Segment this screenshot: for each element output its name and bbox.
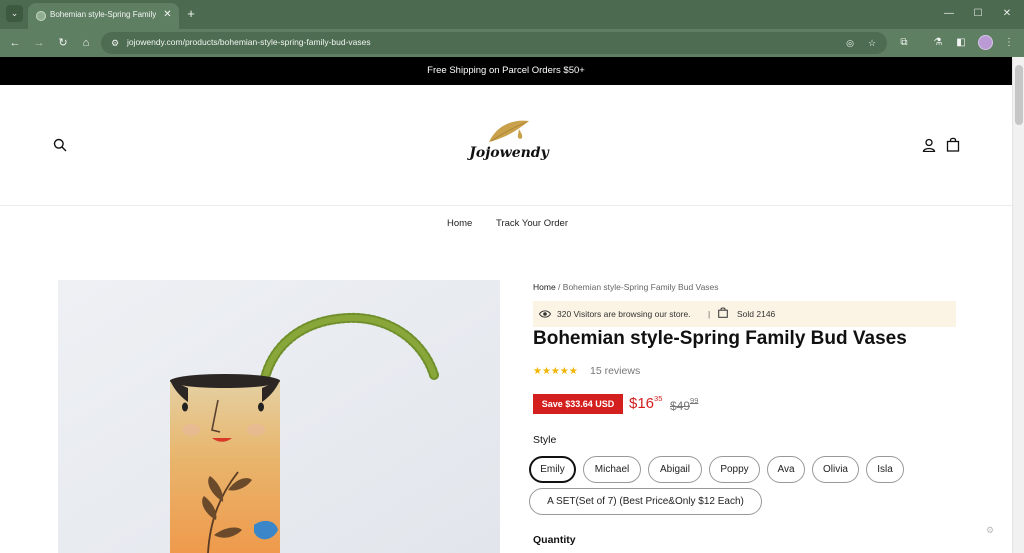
style-option-abigail[interactable]: Abigail [648, 456, 702, 483]
maximize-button[interactable]: ☐ [969, 6, 987, 22]
cart-icon[interactable] [946, 137, 960, 152]
visitor-separator: | [708, 309, 711, 319]
logo-leaf-icon [489, 120, 529, 142]
logo-text: Jojowendy [469, 145, 549, 161]
browser-tab-strip: ⌄ Bohemian style-Spring Family B ✕ + — ☐… [0, 0, 1024, 29]
style-option-emily[interactable]: Emily [529, 456, 576, 483]
account-icon[interactable] [922, 138, 936, 152]
nav-track-order-link[interactable]: Track Your Order [496, 218, 568, 229]
side-panel-icon[interactable]: ◧ [953, 35, 969, 51]
shopping-bag-icon [718, 307, 728, 318]
tab-title: Bohemian style-Spring Family B [50, 10, 156, 19]
page-scrollbar[interactable] [1012, 57, 1024, 553]
style-option-poppy[interactable]: Poppy [709, 456, 760, 483]
extensions-icon[interactable]: ⧉ [896, 35, 912, 51]
labs-icon[interactable]: ⚗ [930, 35, 946, 51]
original-price-cents: 99 [690, 396, 699, 405]
browser-toolbar: ← → ↻ ⌂ ⚙ jojowendy.com/products/bohemia… [0, 29, 1024, 57]
product-title: Bohemian style-Spring Family Bud Vases [533, 328, 907, 349]
breadcrumb-separator: / [555, 282, 563, 292]
sale-price-cents: 35 [654, 394, 663, 403]
vase-illustration [58, 280, 500, 553]
web-page: Free Shipping on Parcel Orders $50+ Jojo… [0, 57, 1012, 553]
search-icon[interactable] [53, 138, 67, 152]
original-price: $4999 [670, 396, 698, 413]
settings-gear-icon[interactable]: ⚙ [985, 525, 995, 535]
breadcrumb-home-link[interactable]: Home [533, 282, 556, 292]
sale-price-main: $16 [629, 395, 655, 412]
breadcrumb-current: Bohemian style-Spring Family Bud Vases [562, 282, 719, 292]
favicon-icon [36, 11, 46, 21]
style-option-michael[interactable]: Michael [583, 456, 641, 483]
star-icon[interactable]: ☆ [865, 36, 879, 50]
menu-icon[interactable]: ⋮ [1001, 35, 1017, 51]
style-option-isla[interactable]: Isla [866, 456, 904, 483]
back-icon[interactable]: ← [7, 35, 23, 51]
sale-price: $1635 [629, 394, 662, 412]
visitor-count-text: 320 Visitors are browsing our store. [557, 309, 691, 319]
tab-search-icon[interactable]: ⌄ [6, 5, 23, 22]
reload-icon[interactable]: ↻ [55, 35, 71, 51]
minimize-button[interactable]: — [940, 6, 958, 22]
rating-stars-icon[interactable]: ★★★★★ [533, 366, 578, 377]
new-tab-button[interactable]: + [184, 6, 198, 21]
announcement-bar: Free Shipping on Parcel Orders $50+ [0, 57, 1012, 85]
profile-avatar[interactable] [978, 35, 993, 50]
tab-close-icon[interactable]: ✕ [161, 8, 174, 22]
forward-icon[interactable]: → [31, 35, 47, 51]
eye-icon [539, 310, 551, 318]
close-window-button[interactable]: ✕ [998, 6, 1016, 22]
style-option-set[interactable]: A SET(Set of 7) (Best Price&Only $12 Eac… [529, 488, 762, 515]
breadcrumb: Home / Bohemian style-Spring Family Bud … [533, 282, 719, 292]
reviews-link[interactable]: 15 reviews [590, 365, 640, 377]
eye-off-icon[interactable]: ◎ [843, 36, 857, 50]
style-label: Style [533, 434, 557, 446]
style-option-olivia[interactable]: Olivia [812, 456, 859, 483]
nav-home-link[interactable]: Home [447, 218, 472, 229]
quantity-label: Quantity [533, 534, 576, 546]
product-image[interactable] [58, 280, 500, 553]
site-logo[interactable]: Jojowendy [463, 117, 555, 172]
url-text[interactable]: jojowendy.com/products/bohemian-style-sp… [127, 37, 371, 47]
style-option-ava[interactable]: Ava [767, 456, 805, 483]
save-badge: Save $33.64 USD [533, 394, 623, 414]
visitor-notice: 320 Visitors are browsing our store. | S… [533, 301, 956, 327]
browser-tab[interactable]: Bohemian style-Spring Family B ✕ [28, 3, 179, 29]
home-icon[interactable]: ⌂ [78, 35, 94, 51]
sold-count-text: Sold 2146 [737, 309, 776, 319]
original-price-main: $49 [670, 399, 691, 413]
header-divider [0, 205, 1012, 206]
site-info-icon[interactable]: ⚙ [108, 36, 122, 50]
scrollbar-thumb[interactable] [1015, 65, 1023, 125]
address-bar[interactable]: ⚙ jojowendy.com/products/bohemian-style-… [101, 32, 887, 54]
